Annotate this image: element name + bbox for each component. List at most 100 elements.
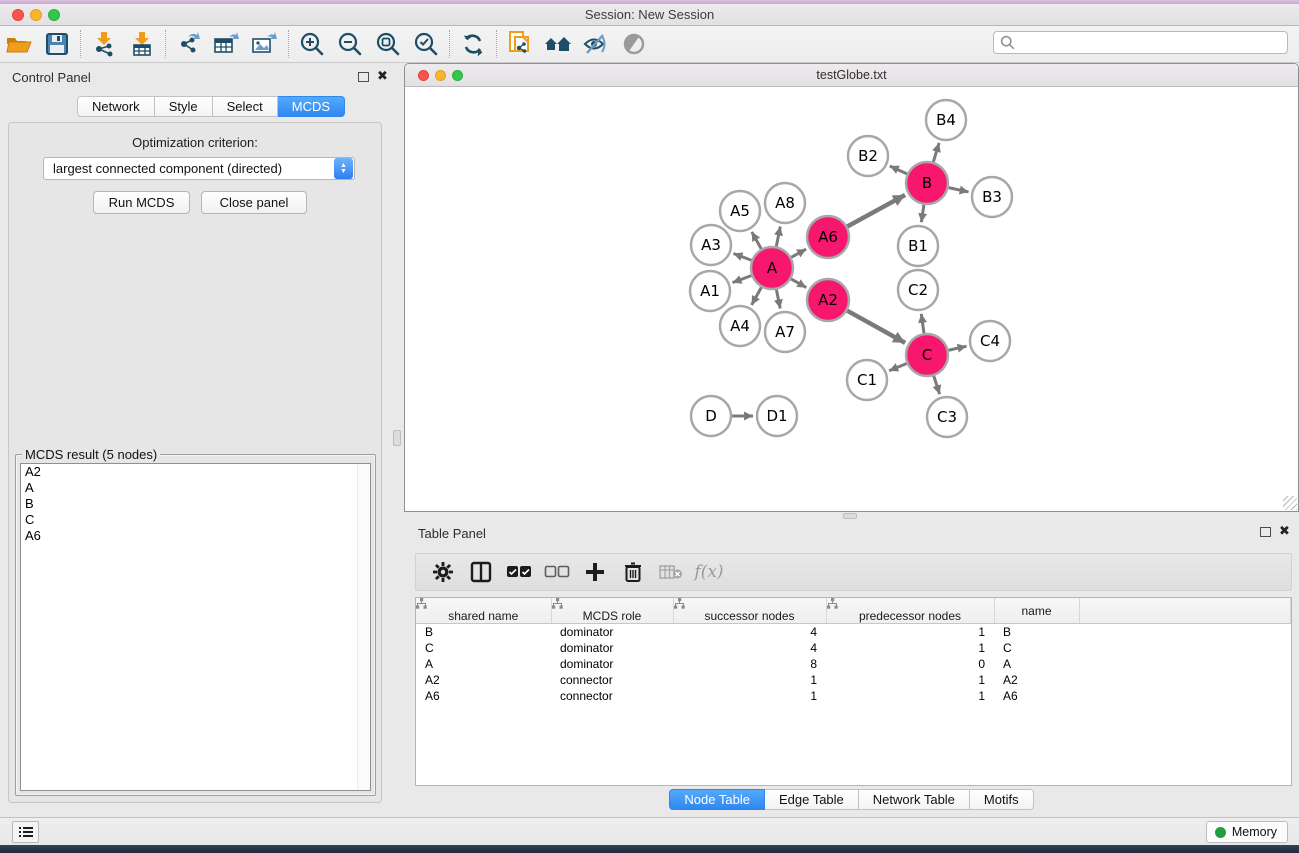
- graph-node-B[interactable]: B: [906, 162, 948, 204]
- table-row[interactable]: A2connector11A2: [416, 672, 1291, 688]
- graph-edge-A-A6[interactable]: [791, 249, 806, 257]
- splitter-handle[interactable]: [393, 430, 401, 446]
- graph-node-B2[interactable]: B2: [848, 136, 888, 176]
- window-resize-grip[interactable]: [1283, 496, 1297, 510]
- graph-node-D1[interactable]: D1: [757, 396, 797, 436]
- deselect-all-button[interactable]: [538, 556, 576, 588]
- graph-edge-A-A4[interactable]: [752, 287, 762, 305]
- table-cell[interactable]: 8: [673, 656, 826, 672]
- table-close-panel-icon[interactable]: ✖: [1279, 526, 1290, 536]
- table-cell[interactable]: connector: [551, 688, 673, 704]
- import-network-button[interactable]: [85, 28, 123, 60]
- graph-edge-C-C3[interactable]: [934, 376, 940, 394]
- network-minimize-button[interactable]: [435, 70, 446, 81]
- table-tab-motifs[interactable]: Motifs: [970, 789, 1034, 810]
- tab-network[interactable]: Network: [77, 96, 155, 117]
- network-window-titlebar[interactable]: testGlobe.txt: [405, 64, 1298, 87]
- memory-button[interactable]: Memory: [1206, 821, 1288, 843]
- graph-edge-B-B1[interactable]: [921, 205, 923, 222]
- network-graph[interactable]: B4B2BB3A8A5A6A3B1AA1C2A2A4A7C4CC1C3DD1: [406, 87, 1297, 511]
- graph-node-B4[interactable]: B4: [926, 100, 966, 140]
- graph-edge-A2-C[interactable]: [847, 311, 905, 343]
- column-header-name[interactable]: name: [994, 598, 1079, 624]
- graph-node-B1[interactable]: B1: [898, 226, 938, 266]
- table-cell[interactable]: 1: [826, 688, 994, 704]
- graph-node-A4[interactable]: A4: [720, 306, 760, 346]
- graph-node-C2[interactable]: C2: [898, 270, 938, 310]
- table-cell[interactable]: A6: [994, 688, 1079, 704]
- table-cell[interactable]: A6: [416, 688, 551, 704]
- home-button[interactable]: [539, 28, 577, 60]
- vertical-splitter[interactable]: [390, 63, 404, 813]
- graph-node-A5[interactable]: A5: [720, 191, 760, 231]
- table-cell[interactable]: connector: [551, 672, 673, 688]
- table-cell[interactable]: 1: [826, 640, 994, 656]
- graph-node-A6[interactable]: A6: [807, 216, 849, 258]
- hide-graphics-button[interactable]: [577, 28, 615, 60]
- mcds-result-item[interactable]: A: [21, 480, 370, 496]
- table-cell[interactable]: A2: [994, 672, 1079, 688]
- mcds-result-item[interactable]: A6: [21, 528, 370, 544]
- table-cell[interactable]: B: [994, 624, 1079, 640]
- function-builder-button[interactable]: f(x): [690, 556, 728, 588]
- tab-mcds[interactable]: MCDS: [278, 96, 345, 117]
- table-cell[interactable]: 1: [673, 688, 826, 704]
- graph-node-C1[interactable]: C1: [847, 360, 887, 400]
- graph-edge-B-B4[interactable]: [933, 143, 939, 162]
- graph-edge-A-A2[interactable]: [791, 279, 806, 288]
- show-graphics-button[interactable]: [615, 28, 653, 60]
- table-cell[interactable]: 4: [673, 640, 826, 656]
- duplicate-network-button[interactable]: [501, 28, 539, 60]
- graph-edge-C-C4[interactable]: [948, 346, 966, 350]
- table-cell[interactable]: dominator: [551, 624, 673, 640]
- table-cell[interactable]: 1: [673, 672, 826, 688]
- export-network-button[interactable]: [170, 28, 208, 60]
- import-table-button[interactable]: [123, 28, 161, 60]
- show-columns-button[interactable]: [462, 556, 500, 588]
- mcds-result-item[interactable]: C: [21, 512, 370, 528]
- graph-node-C4[interactable]: C4: [970, 321, 1010, 361]
- table-cell[interactable]: 1: [826, 672, 994, 688]
- run-mcds-button[interactable]: Run MCDS: [93, 191, 190, 214]
- column-header-shared-name[interactable]: shared name: [416, 598, 551, 624]
- table-cell[interactable]: C: [994, 640, 1079, 656]
- graph-node-D[interactable]: D: [691, 396, 731, 436]
- table-tab-node-table[interactable]: Node Table: [669, 789, 765, 810]
- graph-edge-A6-B[interactable]: [847, 195, 905, 226]
- table-cell[interactable]: 0: [826, 656, 994, 672]
- graph-node-C[interactable]: C: [906, 334, 948, 376]
- column-header-successor-nodes[interactable]: successor nodes: [673, 598, 826, 624]
- zoom-selected-button[interactable]: [407, 28, 445, 60]
- optimization-criterion-select[interactable]: largest connected component (directed) ▲…: [43, 157, 355, 180]
- zoom-in-button[interactable]: [293, 28, 331, 60]
- zoom-fit-button[interactable]: [369, 28, 407, 60]
- graph-edge-C-C1[interactable]: [889, 363, 907, 370]
- mcds-result-item[interactable]: B: [21, 496, 370, 512]
- task-history-button[interactable]: [12, 821, 39, 843]
- table-cell[interactable]: B: [416, 624, 551, 640]
- zoom-out-button[interactable]: [331, 28, 369, 60]
- graph-edge-A-A8[interactable]: [776, 227, 780, 247]
- graph-node-A7[interactable]: A7: [765, 312, 805, 352]
- table-row[interactable]: Cdominator41C: [416, 640, 1291, 656]
- graph-edge-B-B2[interactable]: [890, 166, 907, 174]
- graph-edge-A-A7[interactable]: [776, 290, 780, 309]
- close-panel-button[interactable]: Close panel: [201, 191, 307, 214]
- close-window-button[interactable]: [12, 9, 24, 21]
- select-all-button[interactable]: [500, 556, 538, 588]
- table-tab-network-table[interactable]: Network Table: [859, 789, 970, 810]
- column-header-MCDS-role[interactable]: MCDS role: [551, 598, 673, 624]
- graph-edge-A-A5[interactable]: [752, 232, 761, 249]
- table-cell[interactable]: A2: [416, 672, 551, 688]
- result-scrollbar[interactable]: [357, 464, 370, 790]
- zoom-window-button[interactable]: [48, 9, 60, 21]
- network-close-button[interactable]: [418, 70, 429, 81]
- table-cell[interactable]: C: [416, 640, 551, 656]
- save-session-button[interactable]: [38, 28, 76, 60]
- table-cell[interactable]: 1: [826, 624, 994, 640]
- delete-column-button[interactable]: [614, 556, 652, 588]
- table-cell[interactable]: dominator: [551, 656, 673, 672]
- network-canvas[interactable]: B4B2BB3A8A5A6A3B1AA1C2A2A4A7C4CC1C3DD1: [406, 87, 1297, 511]
- graph-node-A2[interactable]: A2: [807, 279, 849, 321]
- table-tab-edge-table[interactable]: Edge Table: [765, 789, 859, 810]
